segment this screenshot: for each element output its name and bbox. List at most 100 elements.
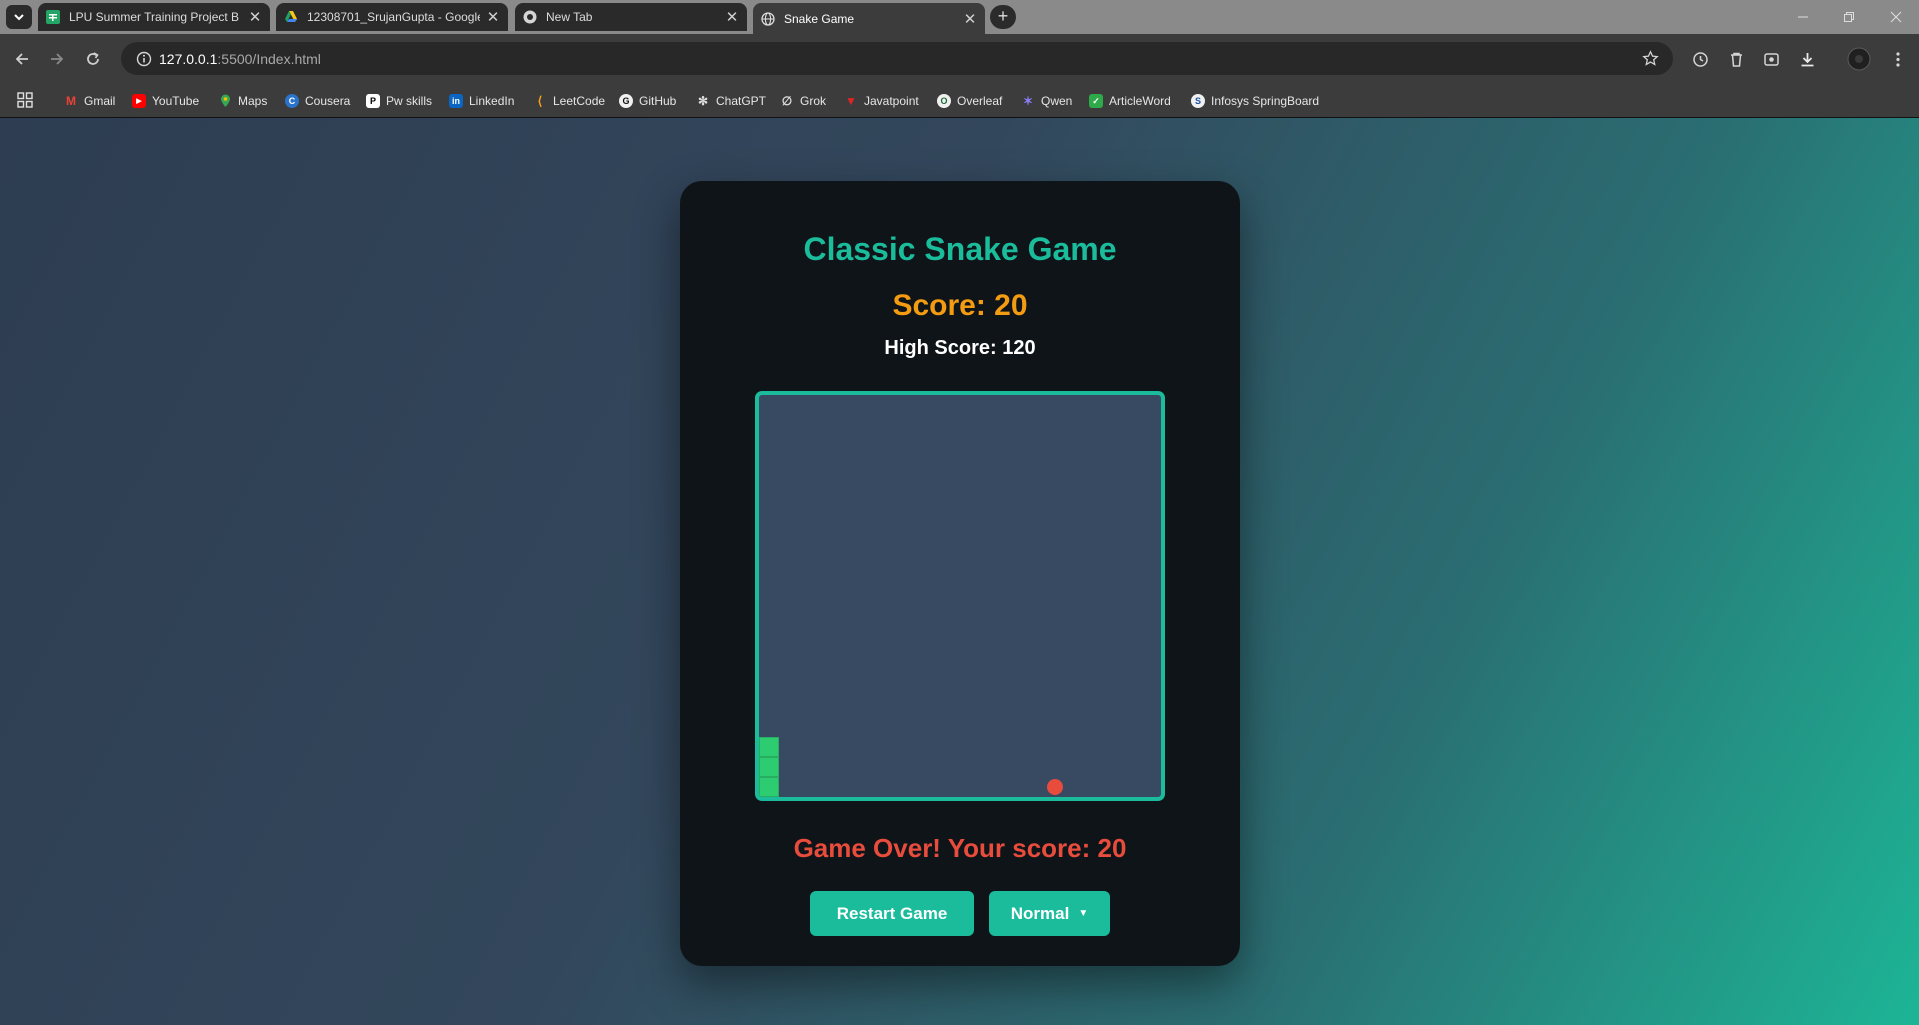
- youtube-icon: ▶: [132, 94, 146, 108]
- url-path: :5500/Index.html: [217, 50, 321, 67]
- bookmark-label: LinkedIn: [469, 94, 515, 108]
- bookmark-label: ArticleWord: [1109, 94, 1171, 108]
- leetcode-icon: ⟨: [537, 94, 543, 108]
- checkmark-icon: ✓: [1089, 94, 1103, 108]
- bookmark-articleword[interactable]: ✓ ArticleWord: [1089, 92, 1171, 110]
- bookmark-label: Maps: [238, 94, 268, 108]
- tab-new-tab[interactable]: New Tab ✕: [515, 3, 747, 31]
- url-host: 127.0.0.1: [159, 50, 218, 67]
- restart-button-label: Restart Game: [836, 903, 948, 923]
- minimize-icon[interactable]: [1780, 0, 1826, 34]
- game-board[interactable]: [755, 391, 1165, 801]
- score-display: Score: 20: [892, 289, 1028, 322]
- bookmark-javatpoint[interactable]: ▼ Javatpoint: [844, 92, 919, 110]
- bookmark-label: YouTube: [152, 94, 200, 108]
- bookmark-label: Grok: [800, 94, 827, 108]
- new-tab-button[interactable]: +: [990, 5, 1016, 29]
- bookmark-linkedin[interactable]: in LinkedIn: [449, 92, 514, 110]
- tab-title: 12308701_SrujanGupta - Google: [307, 10, 480, 24]
- bookmark-star-icon[interactable]: [1642, 50, 1659, 72]
- profile-avatar-icon[interactable]: [1847, 47, 1871, 71]
- snake-segment: [759, 737, 779, 757]
- tab-title: Snake Game: [784, 11, 855, 26]
- tab-lpu-project[interactable]: LPU Summer Training Project B ✕: [38, 3, 270, 31]
- drive-icon: [284, 10, 298, 24]
- pw-skills-icon: P: [366, 94, 380, 108]
- bookmark-label: GitHub: [639, 94, 677, 108]
- chevron-down-icon: [14, 14, 24, 21]
- bookmark-label: Overleaf: [957, 94, 1003, 108]
- screen-capture-icon[interactable]: [1759, 47, 1783, 71]
- bookmark-chatgpt[interactable]: ✻ ChatGPT: [696, 92, 766, 110]
- bookmark-overleaf[interactable]: O Overleaf: [937, 92, 1002, 110]
- game-title: Classic Snake Game: [803, 231, 1117, 267]
- bookmark-label: Cousera: [305, 94, 351, 108]
- snake-head: [759, 777, 779, 797]
- game-over-message: Game Over! Your score: 20: [793, 833, 1127, 863]
- gmail-icon: M: [66, 94, 76, 108]
- bookmark-label: Pw skills: [386, 94, 433, 108]
- bookmark-maps[interactable]: Maps: [218, 92, 267, 110]
- tab-title: LPU Summer Training Project B: [69, 10, 240, 24]
- github-icon: G: [619, 94, 633, 108]
- bookmark-label: Qwen: [1041, 94, 1073, 108]
- coursera-icon: C: [285, 94, 299, 108]
- javatpoint-icon: ▼: [845, 94, 857, 108]
- bookmark-gmail[interactable]: M Gmail: [64, 92, 115, 110]
- overleaf-icon: O: [937, 94, 951, 108]
- close-icon[interactable]: ✕: [486, 8, 500, 26]
- sheets-icon: [46, 10, 60, 24]
- window-close-icon[interactable]: [1873, 0, 1919, 34]
- bookmark-infosys-springboard[interactable]: S Infosys SpringBoard: [1191, 92, 1319, 110]
- restore-icon[interactable]: [1826, 0, 1872, 34]
- bookmark-label: Infosys SpringBoard: [1211, 94, 1320, 108]
- linkedin-icon: in: [449, 94, 463, 108]
- bookmark-label: ChatGPT: [716, 94, 767, 108]
- forward-icon[interactable]: [45, 47, 69, 71]
- history-icon[interactable]: [1688, 47, 1712, 71]
- bookmark-github[interactable]: G GitHub: [619, 92, 676, 110]
- delete-icon[interactable]: [1724, 47, 1748, 71]
- tab-search-button[interactable]: [6, 5, 32, 29]
- bookmark-label: Gmail: [84, 94, 116, 108]
- bookmarks-bar: M Gmail ▶ YouTube Maps C Cousera P Pw skills…: [0, 84, 1919, 118]
- chrome-icon: [523, 10, 537, 24]
- difficulty-selected-value: Normal: [1010, 903, 1070, 923]
- close-icon[interactable]: ✕: [963, 10, 977, 28]
- bookmark-label: Javatpoint: [864, 94, 919, 108]
- tab-google-drive[interactable]: 12308701_SrujanGupta - Google ✕: [276, 3, 508, 31]
- apps-grid-icon[interactable]: [17, 92, 33, 108]
- game-container: Classic Snake Game Score: 20 High Score:…: [680, 181, 1240, 966]
- download-icon[interactable]: [1795, 47, 1819, 71]
- menu-kebab-icon[interactable]: [1886, 47, 1910, 71]
- infosys-icon: S: [1191, 94, 1205, 108]
- reload-icon[interactable]: [81, 47, 105, 71]
- restart-game-button[interactable]: Restart Game: [810, 891, 974, 936]
- bookmark-cousera[interactable]: C Cousera: [285, 92, 350, 110]
- food-dot: [1047, 779, 1063, 795]
- tab-snake-game[interactable]: Snake Game ✕: [753, 3, 985, 34]
- bookmark-grok[interactable]: ∅ Grok: [780, 92, 826, 110]
- difficulty-select[interactable]: Normal ▼: [989, 891, 1110, 936]
- chatgpt-icon: ✻: [697, 94, 709, 108]
- close-icon[interactable]: ✕: [248, 8, 262, 26]
- maps-pin-icon: [218, 94, 232, 108]
- bookmark-qwen[interactable]: ✶ Qwen: [1021, 92, 1072, 110]
- bookmark-pw-skills[interactable]: P Pw skills: [366, 92, 432, 110]
- tab-title: New Tab: [546, 10, 593, 24]
- browser-toolbar: 127.0.0.1:5500/Index.html: [0, 34, 1919, 84]
- back-icon[interactable]: [10, 47, 34, 71]
- bookmark-youtube[interactable]: ▶ YouTube: [132, 92, 199, 110]
- grok-icon: ∅: [781, 94, 793, 108]
- high-score-display: High Score: 120: [884, 337, 1036, 359]
- close-icon[interactable]: ✕: [725, 8, 739, 26]
- globe-icon: [761, 11, 775, 26]
- page-content: Classic Snake Game Score: 20 High Score:…: [0, 118, 1919, 1025]
- tab-strip: LPU Summer Training Project B ✕ 12308701…: [0, 0, 1919, 34]
- snake-segment: [759, 757, 779, 777]
- bookmark-label: LeetCode: [553, 94, 606, 108]
- site-info-icon[interactable]: [129, 51, 159, 67]
- qwen-icon: ✶: [1022, 94, 1034, 108]
- bookmark-leetcode[interactable]: ⟨ LeetCode: [533, 92, 605, 110]
- address-bar[interactable]: 127.0.0.1:5500/Index.html: [121, 42, 1673, 75]
